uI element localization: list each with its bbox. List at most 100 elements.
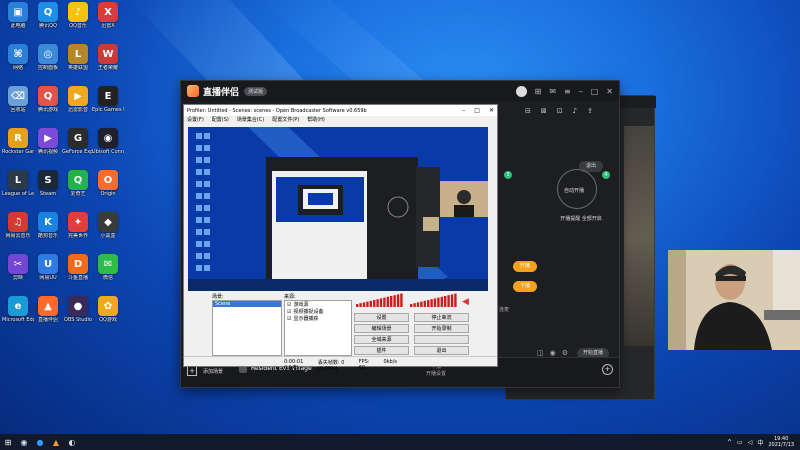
desktop-icon[interactable]: ▶ 迅雷影音: [62, 86, 94, 113]
counter-label: 连麦: [499, 307, 510, 313]
desktop-icon[interactable]: RRockstar Games: [2, 128, 34, 155]
shirt-icon[interactable]: ⊠: [541, 107, 547, 115]
desktop-icon[interactable]: Q 腾讯游戏: [32, 86, 64, 113]
avatar[interactable]: [515, 85, 527, 97]
desktop-icon[interactable]: ▶ 腾讯视频: [32, 128, 64, 155]
clock[interactable]: 19:40 2021/7/13: [768, 436, 794, 448]
taskbar-obs-icon[interactable]: ◐: [64, 434, 80, 450]
add-scene-label[interactable]: 添加场景: [203, 368, 223, 375]
obs-preview: [188, 127, 488, 291]
obs-close-icon[interactable]: ✕: [489, 107, 494, 114]
desktop-icon[interactable]: X 迅雷X: [92, 2, 124, 29]
desktop-icon[interactable]: ✂ 剪映: [2, 254, 34, 281]
ime-icon[interactable]: 中: [757, 438, 763, 447]
obs-button[interactable]: 全域来源: [354, 335, 409, 344]
pill-stop[interactable]: 下播: [513, 281, 537, 292]
desktop-icon[interactable]: GGeForce Experience: [62, 128, 94, 155]
checkbox-icon[interactable]: ☑: [287, 316, 291, 322]
desktop-icon[interactable]: eMicrosoft Edge: [2, 296, 34, 323]
desktop-icon[interactable]: ● OBS Studio: [62, 296, 94, 323]
menu-icon[interactable]: ≡: [564, 87, 571, 96]
mail-icon[interactable]: ✉: [549, 87, 556, 96]
source-item[interactable]: ☑ 游戏源: [285, 301, 351, 309]
obs-menu-item[interactable]: 配置文件(P): [272, 116, 299, 124]
desktop-icon[interactable]: ▣ 此电脑: [2, 2, 34, 29]
desktop-app-icon: ✦: [68, 212, 88, 232]
taskbar-steam-icon[interactable]: ◉: [16, 434, 32, 450]
desktop-icon[interactable]: O Origin: [92, 170, 124, 197]
obs-maximize-icon[interactable]: □: [474, 107, 480, 114]
gift-icon[interactable]: ⊞: [535, 87, 542, 96]
desktop-icon[interactable]: ♪ QQ音乐: [62, 2, 94, 29]
desktop-icon[interactable]: ◆ 小黑盒: [92, 212, 124, 239]
sources-list[interactable]: ☑ 游戏源 ☑ 视频捕捉设备 ☑ 显示器捕获: [284, 300, 352, 356]
desktop-icon[interactable]: ♫ 网易云音乐: [2, 212, 34, 239]
obs-menu-item[interactable]: 帮助(H): [307, 116, 325, 124]
clock-date: 2021/7/13: [768, 442, 794, 448]
desktop-icon[interactable]: ◉Ubisoft Connect: [92, 128, 124, 155]
minimize-icon[interactable]: –: [579, 87, 583, 96]
add-scene-icon[interactable]: +: [187, 366, 197, 376]
obs-button[interactable]: 插件: [354, 346, 409, 355]
pill-start[interactable]: 开播: [513, 261, 537, 272]
volume-icon[interactable]: ◁: [748, 439, 753, 446]
desktop-icon[interactable]: S Steam: [32, 170, 64, 197]
desktop-icon[interactable]: W 王者荣耀: [92, 44, 124, 71]
gear-icon[interactable]: ⚙: [562, 349, 568, 357]
taskbar-app-icon[interactable]: ●: [32, 434, 48, 450]
scenes-list[interactable]: Scene: [212, 300, 282, 356]
checkbox-icon[interactable]: ☑: [287, 302, 291, 308]
windows-start-icon[interactable]: ⊞: [0, 434, 16, 450]
bell-icon[interactable]: ♪: [573, 107, 577, 115]
obs-titlebar[interactable]: Profiler: Untitled - Scenes: scenes - Op…: [184, 105, 497, 116]
zhibo-titlebar[interactable]: 直播伴侣 测试版 ⊞ ✉ ≡ – □ ✕: [181, 81, 619, 101]
desktop-icon-label: Steam: [39, 191, 57, 197]
desktop-icon[interactable]: ◎ 控制面板: [32, 44, 64, 71]
desktop-icon[interactable]: ✉ 微信: [92, 254, 124, 281]
eye-icon[interactable]: ◉: [550, 349, 556, 357]
desktop-icon[interactable]: ✦ 完美世界: [62, 212, 94, 239]
checkbox-icon[interactable]: ☑: [287, 309, 291, 315]
desktop-icon[interactable]: D 斗鱼直播: [62, 254, 94, 281]
add-icon[interactable]: +: [602, 364, 613, 375]
desktop-icon[interactable]: K 酷狗音乐: [32, 212, 64, 239]
obs-button[interactable]: 设置: [354, 313, 409, 322]
desktop-icon[interactable]: ✿ QQ游戏: [92, 296, 124, 323]
source-item[interactable]: ☑ 视频捕捉设备: [285, 308, 351, 316]
desktop-icon-label: 爱奇艺: [70, 191, 86, 197]
desktop-icon[interactable]: LLeague of Legends: [2, 170, 34, 197]
close-icon[interactable]: ✕: [606, 87, 613, 96]
audio-meter-bar: [369, 300, 372, 307]
desktop-icon[interactable]: Q 腾讯QQ: [32, 2, 64, 29]
camera-icon[interactable]: ◫: [537, 349, 544, 357]
obs-button[interactable]: [414, 335, 469, 344]
obs-button[interactable]: 开始录制: [414, 324, 469, 333]
source-item[interactable]: ☑ 显示器捕获: [285, 315, 351, 323]
desktop-icon[interactable]: ⌫ 回收站: [2, 86, 34, 113]
obs-window[interactable]: Profiler: Untitled - Scenes: scenes - Op…: [183, 104, 498, 372]
obs-button[interactable]: 停止串流: [414, 313, 469, 322]
taskbar-zhibo-icon[interactable]: ▲: [48, 434, 64, 450]
sources-label: 来源:: [284, 294, 296, 300]
desktop-icon[interactable]: ▲ 直播伴侣: [32, 296, 64, 323]
obs-menu-item[interactable]: 设置(F): [187, 116, 204, 124]
desktop-icon[interactable]: L 英雄联盟: [62, 44, 94, 71]
tools-icon[interactable]: ⊡: [557, 107, 563, 115]
desktop-icon[interactable]: ⌘ 网络: [2, 44, 34, 71]
obs-button[interactable]: 退出: [414, 346, 469, 355]
desktop-icon[interactable]: U 网易UU: [32, 254, 64, 281]
obs-menu-item[interactable]: 场景集合(C): [237, 116, 264, 124]
desktop-icon[interactable]: Q 爱奇艺: [62, 170, 94, 197]
gift-box-icon[interactable]: ⊟: [525, 107, 531, 115]
maximize-icon[interactable]: □: [591, 87, 599, 96]
network-icon[interactable]: ▭: [737, 439, 743, 446]
tray-chevron-icon[interactable]: ^: [727, 439, 732, 446]
share-icon[interactable]: ⇪: [587, 107, 593, 115]
desktop-icon-label: 腾讯视频: [37, 149, 58, 155]
desktop-app-icon: L: [68, 44, 88, 64]
obs-minimize-icon[interactable]: –: [462, 107, 465, 114]
desktop-icon[interactable]: EEpic Games Launcher: [92, 86, 124, 113]
scene-item[interactable]: Scene: [213, 301, 281, 307]
obs-button[interactable]: 编辑场景: [354, 324, 409, 333]
obs-menu-item[interactable]: 配置(S): [212, 116, 229, 124]
